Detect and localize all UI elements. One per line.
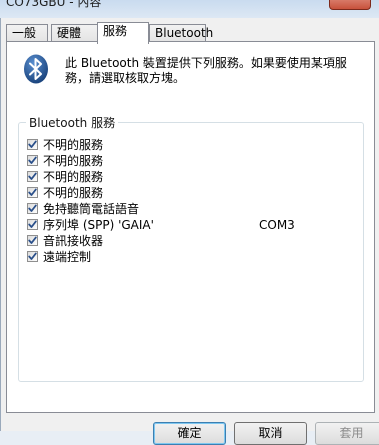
service-row: 遠端控制	[27, 249, 357, 265]
service-checkbox[interactable]	[27, 139, 38, 150]
service-port: COM3	[259, 218, 295, 232]
service-name: 不明的服務	[43, 170, 104, 184]
checkmark-icon	[28, 204, 37, 212]
services-panel: 此 Bluetooth 裝置提供下列服務。如果要使用某項服務，請選取核取方塊。 …	[6, 41, 375, 413]
service-list: 不明的服務 不明的服務 不明的服務 不明的服務 免持聽筒電話語音 序列埠 (SPP) 'G…	[27, 137, 357, 265]
service-row: 音訊接收器	[27, 233, 357, 249]
checkmark-icon	[28, 140, 37, 148]
bluetooth-services-group: Bluetooth 服務 不明的服務 不明的服務 不明的服務 不明的服務 免持聽筒電話語…	[18, 114, 364, 382]
tab-services[interactable]: 服務	[97, 22, 149, 44]
group-title: Bluetooth 服務	[26, 114, 119, 131]
service-row: 免持聽筒電話語音	[27, 201, 357, 217]
service-row: 不明的服務	[27, 137, 357, 153]
service-checkbox[interactable]	[27, 171, 38, 182]
service-name: 音訊接收器	[43, 234, 104, 248]
title-bar: CO73GBU - 內容	[0, 0, 379, 18]
checkmark-icon	[28, 220, 37, 228]
apply-button[interactable]: 套用	[315, 422, 379, 445]
service-checkbox[interactable]	[27, 219, 38, 230]
service-checkbox[interactable]	[27, 251, 38, 262]
service-name: 不明的服務	[43, 186, 104, 200]
cancel-button[interactable]: 取消	[234, 422, 307, 445]
checkmark-icon	[28, 188, 37, 196]
service-name: 序列埠 (SPP) 'GAIA'	[43, 218, 154, 232]
service-name: 遠端控制	[43, 250, 92, 264]
checkmark-icon	[28, 236, 37, 244]
checkmark-icon	[28, 172, 37, 180]
bluetooth-icon	[23, 54, 49, 84]
service-row: 不明的服務	[27, 185, 357, 201]
service-name: 不明的服務	[43, 138, 104, 152]
service-row: 不明的服務	[27, 169, 357, 185]
service-checkbox[interactable]	[27, 235, 38, 246]
service-checkbox[interactable]	[27, 155, 38, 166]
tab-hardware[interactable]: 硬體	[51, 24, 99, 42]
service-checkbox[interactable]	[27, 187, 38, 198]
service-row: 序列埠 (SPP) 'GAIA' COM3	[27, 217, 357, 233]
tab-bluetooth[interactable]: Bluetooth	[149, 24, 213, 42]
close-button[interactable]	[329, 0, 371, 10]
window-title: CO73GBU - 內容	[6, 0, 102, 9]
service-name: 不明的服務	[43, 154, 104, 168]
checkmark-icon	[28, 252, 37, 260]
checkmark-icon	[28, 156, 37, 164]
service-row: 不明的服務	[27, 153, 357, 169]
services-description: 此 Bluetooth 裝置提供下列服務。如果要使用某項服務，請選取核取方塊。	[65, 56, 347, 85]
tab-general[interactable]: 一般	[6, 24, 48, 42]
ok-button[interactable]: 確定	[153, 422, 226, 445]
service-checkbox[interactable]	[27, 203, 38, 214]
properties-window: 一般 硬體 服務 Bluetooth 此 Bluetooth 裝置提供下列服務。…	[0, 18, 379, 445]
service-name: 免持聽筒電話語音	[43, 202, 140, 216]
